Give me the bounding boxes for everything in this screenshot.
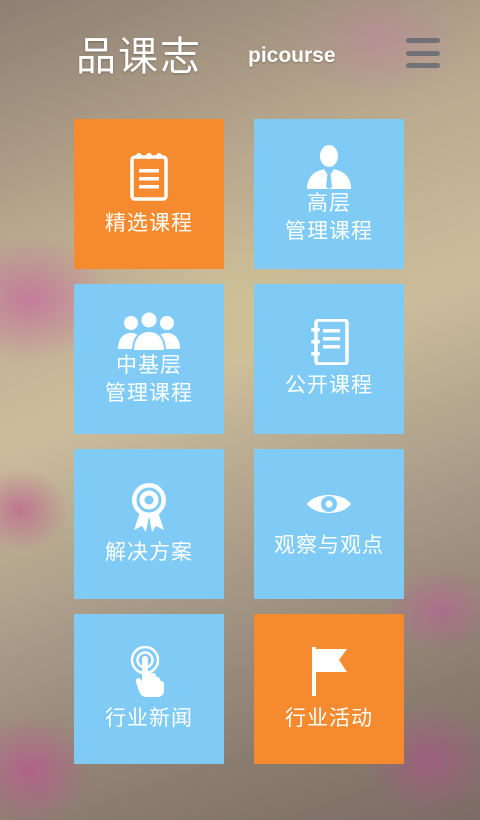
tile-label: 行业新闻 bbox=[105, 706, 193, 730]
tile-featured-courses[interactable]: 精选课程 bbox=[74, 119, 224, 269]
tile-senior-management-courses[interactable]: 高层 管理课程 bbox=[254, 119, 404, 269]
group-people-icon bbox=[118, 311, 180, 351]
tile-industry-news[interactable]: 行业新闻 bbox=[74, 614, 224, 764]
executive-person-icon bbox=[307, 145, 351, 189]
notepad-icon bbox=[130, 153, 168, 201]
touch-finger-icon bbox=[130, 646, 164, 697]
logo-chinese: 品课志 bbox=[76, 34, 202, 80]
tile-label: 行业活动 bbox=[285, 706, 373, 730]
tile-observations-views[interactable]: 观察与观点 bbox=[254, 449, 404, 599]
flag-icon bbox=[312, 647, 347, 696]
tile-label: 解决方案 bbox=[105, 540, 193, 564]
tile-label: 观察与观点 bbox=[274, 533, 384, 557]
tile-label: 精选课程 bbox=[105, 211, 193, 235]
tile-label: 公开课程 bbox=[285, 373, 373, 397]
tile-solutions[interactable]: 解决方案 bbox=[74, 449, 224, 599]
target-badge-icon bbox=[132, 483, 166, 532]
tile-label: 高层 管理课程 bbox=[285, 191, 373, 243]
tile-industry-events[interactable]: 行业活动 bbox=[254, 614, 404, 764]
tile-label: 中基层 管理课程 bbox=[105, 353, 193, 405]
eye-icon bbox=[307, 495, 351, 513]
notebook-icon bbox=[311, 319, 349, 365]
app-header: 品课志 picourse bbox=[0, 0, 480, 110]
logo-english: picourse bbox=[248, 44, 336, 67]
tile-public-courses[interactable]: 公开课程 bbox=[254, 284, 404, 434]
tile-middle-management-courses[interactable]: 中基层 管理课程 bbox=[74, 284, 224, 434]
hamburger-icon[interactable] bbox=[406, 38, 440, 68]
